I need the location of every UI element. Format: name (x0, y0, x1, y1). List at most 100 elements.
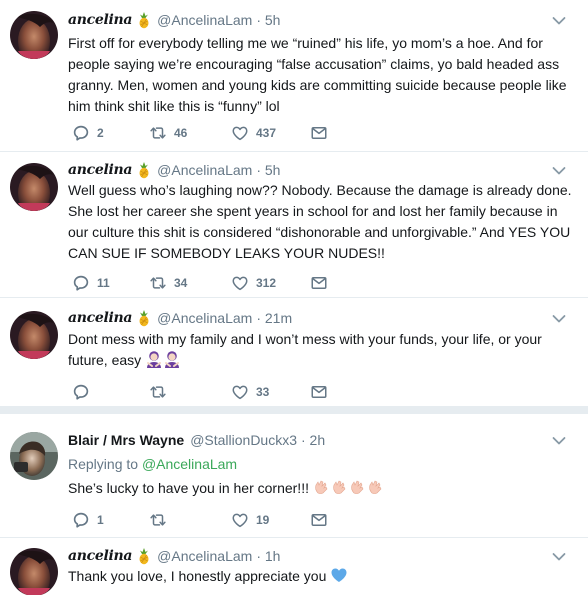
tweet-5[interactable]: ancelina @AncelinaLam · 1h Thank you lov… (0, 538, 588, 595)
like-button[interactable]: 33 (231, 382, 269, 402)
timestamp[interactable]: · 5h (256, 12, 280, 28)
direct-message-button[interactable] (310, 382, 328, 402)
like-count: 33 (256, 385, 270, 399)
retweet-button[interactable]: 46 (149, 123, 187, 143)
blue-heart-emoji (330, 566, 348, 584)
pineapple-emoji (137, 161, 151, 179)
direct-message-button[interactable] (310, 273, 328, 293)
reply-count: 1 (97, 513, 104, 527)
timestamp[interactable]: · 1h (256, 548, 280, 564)
replying-to: Replying to @AncelinaLam (68, 456, 237, 472)
like-count: 312 (256, 276, 277, 290)
thread-divider (0, 406, 588, 414)
avatar[interactable] (10, 432, 58, 480)
direct-message-icon (310, 124, 328, 142)
retweet-count: 46 (174, 126, 188, 140)
chevron-down-icon[interactable] (552, 552, 566, 562)
retweet-icon (149, 274, 167, 292)
like-count: 437 (256, 126, 277, 140)
retweet-count: 34 (174, 276, 188, 290)
pineapple-emoji (137, 309, 151, 327)
tweet-3[interactable]: ancelina @AncelinaLam · 21m Dont mess wi… (0, 298, 588, 406)
tweet-text-wrap: Thank you love, I honestly appreciate yo… (68, 566, 573, 587)
tweet-2[interactable]: ancelina @AncelinaLam · 5h Well guess wh… (0, 152, 588, 298)
replying-to-link[interactable]: @AncelinaLam (142, 456, 237, 472)
direct-message-icon (310, 511, 328, 529)
tweet-4[interactable]: Blair / Mrs Wayne @StallionDuckx3 · 2h R… (0, 414, 588, 538)
display-name[interactable]: ancelina (68, 162, 132, 178)
avatar[interactable] (10, 163, 58, 211)
handle[interactable]: @AncelinaLam (157, 162, 252, 178)
handle[interactable]: @AncelinaLam (157, 548, 252, 564)
reply-button[interactable]: 2 (72, 123, 104, 143)
woman-gesturing-emoji (145, 350, 163, 368)
direct-message-button[interactable] (310, 123, 328, 143)
reply-icon (72, 274, 90, 292)
display-name[interactable]: ancelina (68, 548, 132, 564)
retweet-button[interactable] (149, 510, 174, 530)
avatar[interactable] (10, 311, 58, 359)
like-button[interactable]: 312 (231, 273, 276, 293)
avatar[interactable] (10, 548, 58, 595)
retweet-icon (149, 511, 167, 529)
direct-message-icon (310, 383, 328, 401)
like-icon (231, 124, 249, 142)
handle[interactable]: @AncelinaLam (157, 310, 252, 326)
handle[interactable]: @StallionDuckx3 (190, 432, 297, 448)
replying-to-label: Replying to (68, 456, 139, 472)
handle[interactable]: @AncelinaLam (157, 12, 252, 28)
clapping-emoji (349, 478, 367, 496)
tweet-actions: 33 (68, 382, 368, 402)
tweet-text: Dont mess with my family and I won’t mes… (68, 331, 542, 368)
timestamp[interactable]: · 2h (301, 432, 325, 448)
chevron-down-icon[interactable] (552, 314, 566, 324)
reply-icon (72, 511, 90, 529)
tweet-header: ancelina @AncelinaLam · 5h (68, 10, 280, 30)
pineapple-emoji (137, 11, 151, 29)
tweet-text: First off for everybody telling me we “r… (68, 35, 567, 114)
tweet-text-wrap: Dont mess with my family and I won’t mes… (68, 329, 573, 371)
retweet-icon (149, 383, 167, 401)
timestamp[interactable]: · 21m (256, 310, 292, 326)
tweet-text: She’s lucky to have you in her corner!!! (68, 480, 309, 496)
retweet-button[interactable]: 34 (149, 273, 187, 293)
chevron-down-icon[interactable] (552, 166, 566, 176)
tweet-header: ancelina @AncelinaLam · 5h (68, 160, 280, 180)
tweet-actions: 1 19 (68, 510, 368, 530)
chevron-down-icon[interactable] (552, 436, 566, 446)
tweet-actions: 11 34 312 (68, 273, 368, 293)
reply-count: 2 (97, 126, 104, 140)
woman-gesturing-emoji (163, 350, 181, 368)
retweet-button[interactable] (149, 382, 174, 402)
retweet-icon (149, 124, 167, 142)
avatar[interactable] (10, 11, 58, 59)
reply-count: 11 (97, 276, 110, 290)
tweet-1[interactable]: ancelina @AncelinaLam · 5h First off for… (0, 0, 588, 152)
like-icon (231, 274, 249, 292)
clapping-emoji (367, 478, 385, 496)
clapping-emoji (313, 478, 331, 496)
tweet-text: Well guess who’s laughing now?? Nobody. … (68, 182, 572, 261)
direct-message-button[interactable] (310, 510, 328, 530)
like-button[interactable]: 437 (231, 123, 276, 143)
direct-message-icon (310, 274, 328, 292)
display-name[interactable]: ancelina (68, 12, 132, 28)
reply-button[interactable]: 1 (72, 510, 104, 530)
tweet-header: ancelina @AncelinaLam · 1h (68, 546, 280, 566)
chevron-down-icon[interactable] (552, 16, 566, 26)
reply-button[interactable] (72, 382, 97, 402)
like-button[interactable]: 19 (231, 510, 269, 530)
reply-icon (72, 383, 90, 401)
like-icon (231, 511, 249, 529)
tweet-header: ancelina @AncelinaLam · 21m (68, 308, 292, 328)
display-name[interactable]: ancelina (68, 310, 132, 326)
tweet-header: Blair / Mrs Wayne @StallionDuckx3 · 2h (68, 430, 325, 450)
clapping-emoji (331, 478, 349, 496)
timestamp[interactable]: · 5h (256, 162, 280, 178)
pineapple-emoji (137, 547, 151, 565)
display-name[interactable]: Blair / Mrs Wayne (68, 432, 184, 448)
like-count: 19 (256, 513, 270, 527)
reply-icon (72, 124, 90, 142)
tweet-actions: 2 46 437 (68, 123, 368, 143)
reply-button[interactable]: 11 (72, 273, 110, 293)
